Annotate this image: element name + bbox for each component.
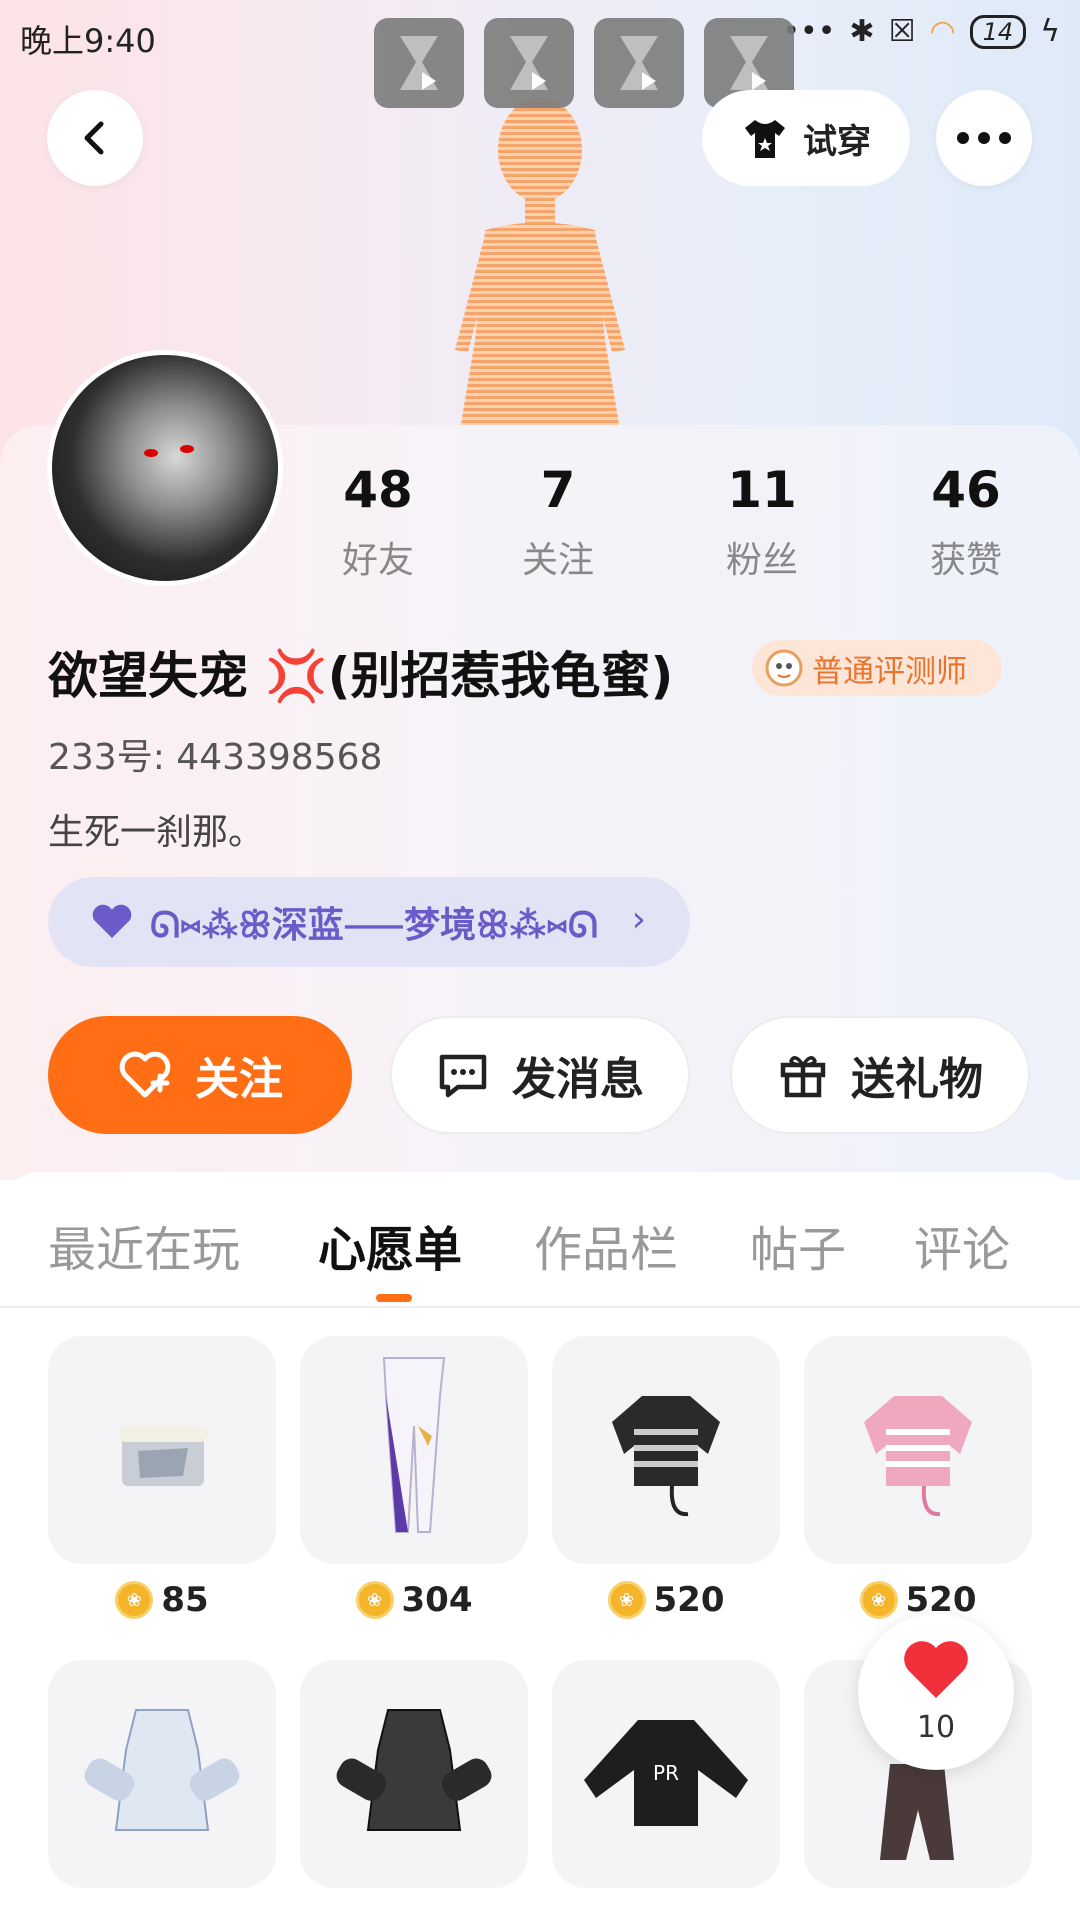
leggings-icon: [382, 1357, 446, 1533]
stat-value: 11: [727, 461, 797, 519]
message-button[interactable]: 发消息: [390, 1016, 690, 1134]
wishlist-price: ❀ 520: [552, 1580, 780, 1620]
tab-posts[interactable]: 帖子: [750, 1210, 846, 1280]
gift-label: 送礼物: [851, 1054, 983, 1105]
wishlist-item[interactable]: PR: [552, 1660, 780, 1888]
reviewer-badge[interactable]: 普通评测师: [752, 640, 1002, 696]
floating-video-icon[interactable]: [374, 18, 464, 108]
chat-bubble-icon: [439, 1054, 487, 1098]
stat-label: 好友: [341, 540, 414, 581]
chevron-right-icon: ›: [631, 899, 646, 940]
heart-plus-icon: [119, 1051, 171, 1098]
back-button[interactable]: [47, 90, 143, 186]
stat-value: 48: [343, 461, 413, 519]
sim-off-icon: ☒: [888, 14, 916, 49]
floating-video-icon[interactable]: [484, 18, 574, 108]
tab-wishlist[interactable]: 心愿单: [318, 1210, 462, 1280]
wishlist-price: ❀ 304: [300, 1580, 528, 1620]
stat-fans[interactable]: 11 粉丝: [692, 455, 832, 583]
wifi-icon: ◠: [929, 14, 956, 49]
wishlist-item[interactable]: [552, 1336, 780, 1564]
message-label: 发消息: [512, 1054, 644, 1105]
user-avatar[interactable]: [47, 350, 283, 586]
chevron-left-icon: [84, 121, 104, 155]
stat-value: 46: [931, 461, 1001, 519]
stat-value: 7: [540, 461, 576, 519]
coin-icon: ❀: [355, 1581, 394, 1619]
heart-icon: [904, 1641, 968, 1698]
user-name: 欲望失宠 💢(别招惹我龟蜜): [48, 647, 674, 705]
reviewer-badge-label: 普通评测师: [812, 653, 967, 690]
hat-icon: [118, 1426, 208, 1486]
active-tab-indicator: [376, 1294, 412, 1302]
try-on-button[interactable]: 试穿: [702, 90, 910, 186]
bluetooth-icon: ✱: [849, 14, 875, 49]
hoodie-icon: [612, 1396, 720, 1517]
tab-recent[interactable]: 最近在玩: [48, 1210, 240, 1280]
tshirt-icon: [745, 120, 785, 158]
wishlist-item[interactable]: [48, 1660, 276, 1888]
coin-icon: ❀: [607, 1581, 646, 1619]
stat-label: 关注: [521, 540, 594, 581]
fan-club-banner[interactable]: ᘏ⑅⁂ꕥ深蓝⸺梦境ꕥ⁂⑅ᘏ ›: [48, 877, 690, 967]
favorite-count: 10: [916, 1710, 956, 1745]
user-id: 233号: 443398568: [48, 737, 383, 778]
coin-icon: ❀: [115, 1581, 154, 1619]
reviewer-badge-icon: [765, 649, 803, 687]
wishlist-item[interactable]: [300, 1336, 528, 1564]
favorite-button[interactable]: 10: [858, 1614, 1014, 1770]
gift-icon: [780, 1056, 826, 1098]
tab-comments[interactable]: 评论: [914, 1210, 1010, 1280]
battery-icon: 14: [969, 14, 1027, 49]
stat-label: 获赞: [929, 540, 1002, 581]
price-value: 520: [653, 1580, 725, 1620]
jacket-icon: PR: [584, 1720, 748, 1826]
dress-icon: [336, 1709, 492, 1831]
follow-button[interactable]: 关注: [48, 1016, 352, 1134]
fan-club-name: ᘏ⑅⁂ꕥ深蓝⸺梦境ꕥ⁂⑅ᘏ: [150, 905, 598, 946]
wishlist-item[interactable]: [804, 1336, 1032, 1564]
wishlist-item[interactable]: [48, 1336, 276, 1564]
svg-text:PR: PR: [653, 1761, 679, 1785]
heart-icon: [92, 904, 132, 938]
wishlist-item[interactable]: [300, 1660, 528, 1888]
price-value: 304: [401, 1580, 473, 1620]
gift-button[interactable]: 送礼物: [730, 1016, 1030, 1134]
user-bio: 生死一刹那。: [48, 812, 265, 853]
stat-likes[interactable]: 46 获赞: [896, 455, 1036, 583]
tab-works[interactable]: 作品栏: [534, 1210, 678, 1280]
price-value: 85: [161, 1580, 209, 1620]
stat-friends[interactable]: 48 好友: [308, 455, 448, 583]
wishlist-price: ❀ 85: [48, 1580, 276, 1620]
avatar-figure: [455, 98, 625, 430]
stat-label: 粉丝: [725, 540, 798, 581]
status-time: 晚上9:40: [20, 22, 156, 60]
dress-icon: [84, 1709, 240, 1831]
follow-label: 关注: [195, 1054, 283, 1105]
more-dots-icon: [957, 132, 1011, 144]
charging-icon: ϟ: [1040, 14, 1060, 49]
profile-tabs: 最近在玩 心愿单 作品栏 帖子 评论: [0, 1172, 1080, 1308]
floating-video-icon[interactable]: [594, 18, 684, 108]
try-on-label: 试穿: [803, 121, 871, 162]
stat-following[interactable]: 7 关注: [488, 455, 628, 583]
wishlist-price: ❀ 520: [804, 1580, 1032, 1620]
hoodie-icon: [864, 1396, 972, 1517]
more-options-button[interactable]: [936, 90, 1032, 186]
coin-icon: ❀: [859, 1581, 898, 1619]
